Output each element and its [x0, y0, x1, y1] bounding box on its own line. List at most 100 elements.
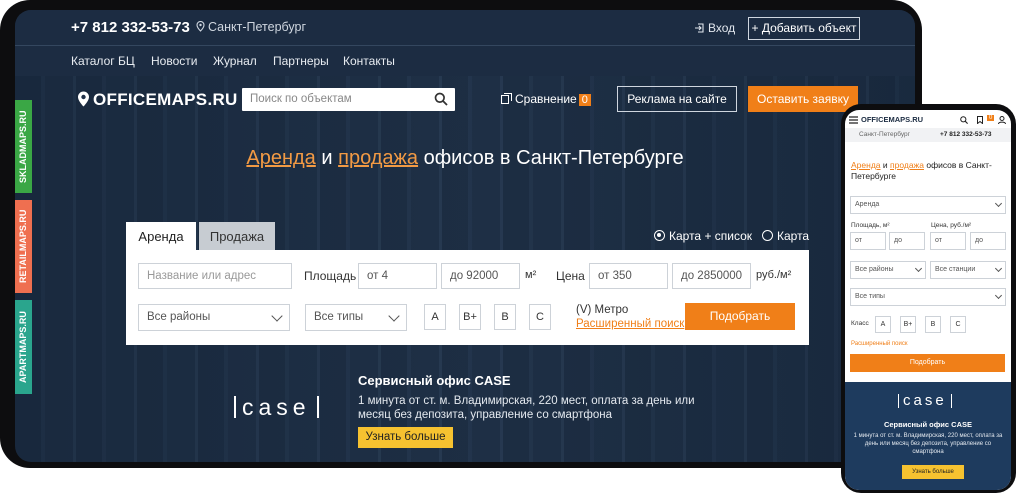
- mobile-type-select[interactable]: Все типы: [850, 288, 1006, 306]
- chevron-down-icon: [388, 310, 400, 322]
- city-selector[interactable]: Санкт-Петербург: [196, 20, 306, 34]
- view-map-label: Карта: [777, 229, 810, 243]
- metro-label: Метро: [594, 304, 629, 316]
- name-address-input[interactable]: Название или адрес: [138, 263, 292, 289]
- area-unit: м²: [525, 269, 537, 281]
- mobile-deal-select[interactable]: Аренда: [850, 196, 1006, 214]
- location-pin-icon: [196, 20, 205, 32]
- search-icon[interactable]: [434, 92, 448, 106]
- learn-more-button[interactable]: Узнать больше: [358, 427, 453, 448]
- mobile-district-select[interactable]: Все районы: [850, 261, 926, 279]
- mobile-area-from[interactable]: от: [850, 232, 886, 250]
- nav-journal[interactable]: Журнал: [213, 54, 257, 68]
- mobile-class-a[interactable]: A: [875, 316, 891, 333]
- mobile-price-to[interactable]: до: [970, 232, 1006, 250]
- nav-catalog[interactable]: Каталог БЦ: [71, 54, 135, 68]
- case-logo: case: [234, 396, 319, 419]
- side-tab-apartmaps[interactable]: APARTMAPS.RU: [15, 300, 32, 394]
- view-map-list-label: Карта + список: [669, 229, 753, 243]
- price-from-input[interactable]: от 350: [589, 263, 668, 289]
- compare-label: Сравнение: [515, 92, 577, 106]
- mobile-class-c[interactable]: C: [950, 316, 966, 333]
- mobile-advanced-search[interactable]: Расширенный поиск: [851, 341, 908, 347]
- logo-pin-icon: [78, 91, 89, 107]
- nav-partners[interactable]: Партнеры: [273, 54, 329, 68]
- area-label: Площадь: [304, 269, 357, 283]
- mobile-class-b-plus[interactable]: B+: [900, 316, 916, 333]
- district-value: Все районы: [147, 311, 211, 323]
- mobile-promo-block: case Сервисный офис CASE 1 минута от ст.…: [845, 382, 1011, 490]
- mobile-deal-value: Аренда: [855, 201, 880, 208]
- login-label: Вход: [708, 21, 736, 35]
- mobile-area-label: Площадь, м²: [851, 222, 890, 229]
- mobile-headline-and: и: [880, 160, 890, 170]
- mobile-user-icon[interactable]: [998, 116, 1006, 124]
- mobile-district-value: Все районы: [855, 266, 894, 273]
- menu-icon[interactable]: [849, 116, 858, 124]
- tab-sale[interactable]: Продажа: [199, 222, 275, 251]
- login-link[interactable]: Вход: [694, 21, 735, 35]
- mobile-phone[interactable]: +7 812 332-53-73: [940, 131, 992, 138]
- headline-rent-link[interactable]: Аренда: [246, 147, 315, 169]
- side-tab-retailmaps[interactable]: RETAILMAPS.RU: [15, 200, 32, 293]
- radio-checked-icon: [654, 230, 665, 241]
- login-icon: [695, 23, 704, 33]
- compare-icon: [501, 93, 512, 104]
- mobile-headline-rent[interactable]: Аренда: [851, 160, 881, 170]
- class-b-button[interactable]: B: [494, 304, 516, 330]
- mobile-class-b[interactable]: B: [925, 316, 941, 333]
- class-a-button[interactable]: A: [424, 304, 446, 330]
- city-label: Санкт-Петербург: [208, 20, 307, 34]
- nav-contacts[interactable]: Контакты: [343, 54, 395, 68]
- type-value: Все типы: [314, 311, 364, 323]
- add-object-button[interactable]: + Добавить объект: [748, 17, 860, 40]
- search-input[interactable]: Поиск по объектам: [242, 88, 455, 111]
- chevron-down-icon: [994, 264, 1003, 273]
- price-to-input[interactable]: до 2850000: [672, 263, 751, 289]
- request-button[interactable]: Оставить заявку: [748, 86, 858, 112]
- area-from-input[interactable]: от 4: [358, 263, 437, 289]
- mobile-area-to[interactable]: до: [889, 232, 925, 250]
- mobile-price-label: Цена, руб./м²: [931, 222, 972, 229]
- tablet-screen: +7 812 332-53-73 Санкт-Петербург Вход + …: [15, 10, 915, 462]
- advanced-search-link[interactable]: Расширенный поиск: [576, 318, 684, 330]
- submit-search-button[interactable]: Подобрать: [685, 303, 795, 330]
- chevron-down-icon: [271, 310, 283, 322]
- mobile-headline: Аренда и продажа офисов в Санкт-Петербур…: [851, 160, 1001, 182]
- mobile-promo-title: Сервисный офис CASE: [883, 420, 973, 429]
- bookmark-icon[interactable]: [977, 116, 983, 124]
- phone-frame: OFFICEMAPS.RU 0 Санкт-Петербург +7 812 3…: [841, 104, 1016, 493]
- headline-rest: офисов в Санкт-Петербурге: [418, 147, 684, 169]
- mobile-promo-desc: 1 минута от ст. м. Владимирская, 220 мес…: [853, 433, 1003, 455]
- mobile-search-icon[interactable]: [960, 116, 968, 124]
- mobile-price-from[interactable]: от: [930, 232, 966, 250]
- mobile-city[interactable]: Санкт-Петербург: [859, 131, 910, 138]
- view-map-radio[interactable]: Карта: [762, 229, 809, 243]
- advertise-button[interactable]: Реклама на сайте: [617, 86, 737, 112]
- chevron-down-icon: [914, 264, 923, 273]
- mobile-headline-sale[interactable]: продажа: [890, 160, 924, 170]
- mobile-logo[interactable]: OFFICEMAPS.RU: [861, 115, 923, 124]
- class-b-plus-button[interactable]: B+: [459, 304, 481, 330]
- mobile-station-select[interactable]: Все станции: [930, 261, 1006, 279]
- main-nav: Каталог БЦ Новости Журнал Партнеры Конта…: [15, 46, 915, 76]
- tablet-frame: +7 812 332-53-73 Санкт-Петербург Вход + …: [0, 0, 922, 468]
- phone-number[interactable]: +7 812 332-53-73: [71, 19, 190, 36]
- district-select[interactable]: Все районы: [138, 304, 290, 331]
- compare-link[interactable]: Сравнение 0: [501, 92, 591, 106]
- headline-sale-link[interactable]: продажа: [338, 147, 418, 169]
- mobile-submit-button[interactable]: Подобрать: [850, 354, 1005, 372]
- view-map-list-radio[interactable]: Карта + список: [654, 229, 752, 243]
- promo-title: Сервисный офис CASE: [358, 373, 511, 388]
- class-c-button[interactable]: C: [529, 304, 551, 330]
- side-tab-skladmaps[interactable]: SKLADMAPS.RU: [15, 100, 32, 193]
- mobile-type-value: Все типы: [855, 293, 885, 300]
- mobile-station-value: Все станции: [935, 266, 976, 273]
- metro-link[interactable]: (V) Метро: [576, 304, 628, 316]
- site-logo[interactable]: OFFICEMAPS.RU: [77, 90, 238, 110]
- type-select[interactable]: Все типы: [305, 304, 407, 331]
- nav-news[interactable]: Новости: [151, 54, 197, 68]
- area-to-input[interactable]: до 92000: [441, 263, 520, 289]
- tab-rent[interactable]: Аренда: [126, 222, 196, 251]
- mobile-learn-more-button[interactable]: Узнать больше: [902, 465, 964, 479]
